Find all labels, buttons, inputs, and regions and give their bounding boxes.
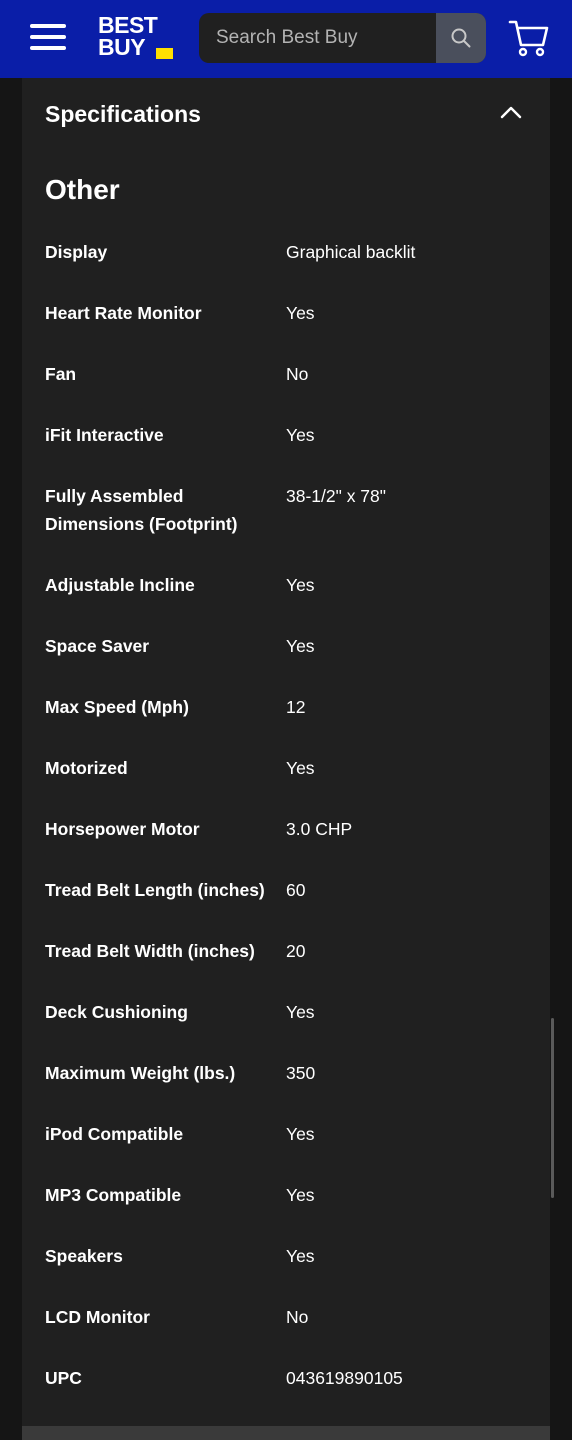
spec-name: Tread Belt Length (inches): [45, 880, 265, 900]
spec-value: 3.0 CHP: [286, 819, 353, 839]
spec-value: Yes: [286, 575, 315, 595]
spec-name: Horsepower Motor: [45, 819, 200, 839]
spec-value: Yes: [286, 636, 315, 656]
logo-text: BEST BUY: [98, 12, 158, 60]
spec-name: iPod Compatible: [45, 1124, 184, 1144]
spec-name: Fan: [45, 364, 77, 384]
spec-name: Max Speed (Mph): [45, 697, 189, 717]
next-section-edge: [22, 1426, 550, 1440]
spec-name: Speakers: [45, 1246, 123, 1266]
spec-value: 20: [286, 941, 306, 961]
spec-value: Yes: [286, 1002, 315, 1022]
spec-name: Motorized: [45, 758, 128, 778]
spec-value: Yes: [286, 1246, 315, 1266]
best-buy-logo[interactable]: BEST BUY: [98, 14, 178, 62]
spec-name: iFit Interactive: [45, 425, 164, 445]
hamburger-menu-icon[interactable]: [30, 22, 66, 52]
search-icon: [451, 28, 471, 48]
spec-name: UPC: [45, 1368, 82, 1388]
spec-value: Yes: [286, 303, 315, 323]
search-button[interactable]: [436, 13, 486, 63]
search-input[interactable]: [199, 13, 436, 63]
cart-icon[interactable]: [508, 18, 550, 58]
spec-name: Display: [45, 242, 108, 262]
spec-name: LCD Monitor: [45, 1307, 150, 1327]
spec-value: Yes: [286, 758, 315, 778]
spec-value: Yes: [286, 1185, 315, 1205]
spec-name: Deck Cushioning: [45, 1002, 188, 1022]
specifications-accordion-toggle[interactable]: Specifications: [22, 78, 550, 152]
spec-name: MP3 Compatible: [45, 1185, 182, 1205]
spec-name: Fully Assembled Dimensions (Footprint): [45, 486, 238, 534]
spec-name: Tread Belt Width (inches): [45, 941, 255, 961]
specifications-title: Specifications: [45, 101, 201, 127]
spec-group-title: Other: [45, 174, 120, 205]
spec-value: 60: [286, 880, 306, 900]
top-navigation-bar: BEST BUY: [0, 0, 572, 78]
search-bar: [199, 13, 486, 63]
spec-value: 350: [286, 1063, 316, 1083]
spec-name: Adjustable Incline: [45, 575, 195, 595]
spec-name: Space Saver: [45, 636, 150, 656]
spec-value: 12: [286, 697, 306, 717]
spec-value: Yes: [286, 1124, 315, 1144]
chevron-up-icon: [500, 106, 522, 119]
spec-value: 043619890105: [286, 1368, 403, 1388]
spec-value: 38-1/2" x 78": [286, 486, 386, 506]
specifications-card: [22, 78, 550, 1426]
spec-name: Maximum Weight (lbs.): [45, 1063, 236, 1083]
spec-name: Heart Rate Monitor: [45, 303, 202, 323]
spec-value: No: [286, 1307, 309, 1327]
spec-value: No: [286, 364, 309, 384]
spec-value: Yes: [286, 425, 315, 445]
page-scrollbar[interactable]: [551, 1018, 554, 1198]
logo-yellow-tag: [156, 48, 173, 59]
spec-value: Graphical backlit: [286, 242, 416, 262]
